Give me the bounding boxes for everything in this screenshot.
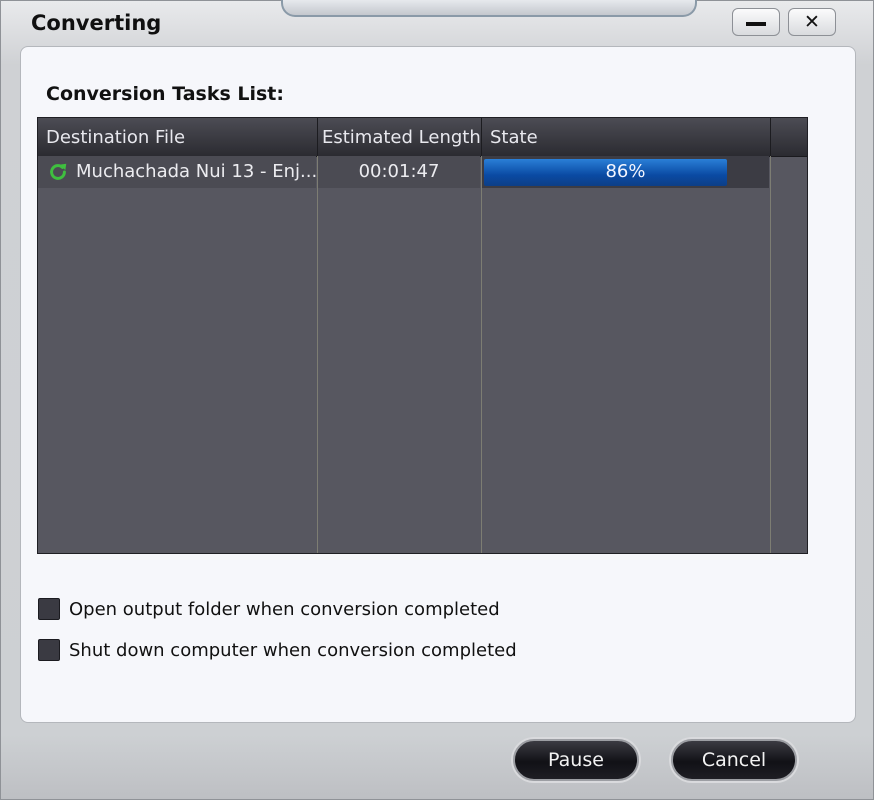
column-header-length[interactable]: Estimated Length [318,118,482,156]
tasks-list-label: Conversion Tasks List: [46,83,284,105]
tasks-table: Destination File Estimated Length State … [37,117,808,554]
open-folder-checkbox[interactable] [38,598,60,620]
column-divider [770,156,771,553]
converting-dialog: Converting ✕ Conversion Tasks List: Dest… [0,0,874,800]
minimize-button[interactable] [732,8,780,36]
shutdown-checkbox[interactable] [38,639,60,661]
estimated-length-cell: 00:01:47 [318,156,480,188]
table-header: Destination File Estimated Length State [38,118,807,157]
column-divider [317,156,318,553]
close-icon: ✕ [804,11,820,33]
destination-file-name: Muchachada Nui 13 - Enj... [76,161,316,182]
close-button[interactable]: ✕ [788,8,836,36]
state-cell: 86% [482,156,769,188]
minimize-icon [746,22,766,26]
column-header-state[interactable]: State [482,118,771,156]
destination-file-cell: Muchachada Nui 13 - Enj... [38,156,316,188]
sync-icon [50,163,67,180]
table-row[interactable]: Muchachada Nui 13 - Enj... 00:01:47 86% [38,156,807,188]
progress-text: 86% [605,161,646,182]
column-header-spacer [771,118,807,156]
window-title: Converting [31,11,162,35]
column-header-destination[interactable]: Destination File [38,118,318,156]
shutdown-option[interactable]: Shut down computer when conversion compl… [38,637,517,663]
shutdown-label: Shut down computer when conversion compl… [69,639,517,661]
title-tab [281,0,697,17]
cancel-button[interactable]: Cancel [671,739,797,781]
open-folder-option[interactable]: Open output folder when conversion compl… [38,596,500,622]
open-folder-label: Open output folder when conversion compl… [69,598,500,620]
column-divider [481,156,482,553]
pause-button[interactable]: Pause [513,739,639,781]
